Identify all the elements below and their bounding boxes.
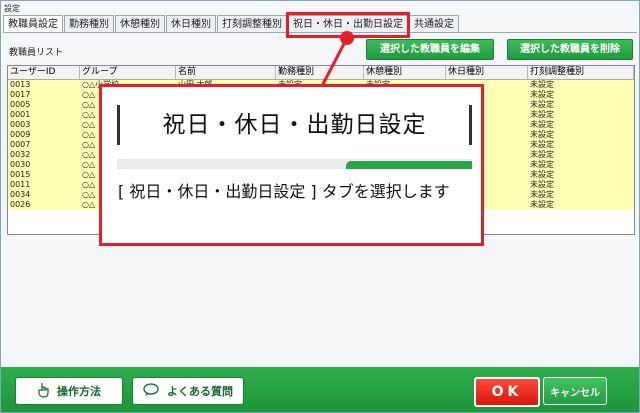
zoomed-button-edge xyxy=(346,161,472,169)
instruction-callout: 祝日・休日・出勤日設定 [ 祝日・休日・出勤日設定 ] タブを選択します xyxy=(99,84,484,246)
callout-marker-dot xyxy=(340,31,354,45)
instruction-text: [ 祝日・休日・出勤日設定 ] タブを選択します xyxy=(118,182,450,201)
zoomed-tab-label: 祝日・休日・出勤日設定 xyxy=(117,105,472,145)
